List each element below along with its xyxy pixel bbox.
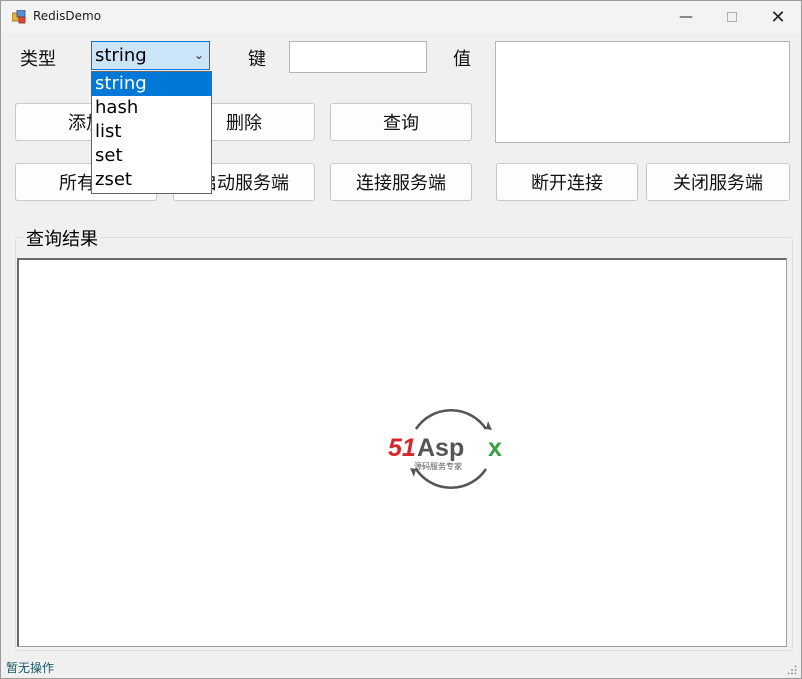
window-title: RedisDemo (33, 9, 102, 23)
svg-text:x: x (488, 434, 502, 462)
main-window: RedisDemo — ✕ 类型 string ⌄ 键 值 添加 删除 查询 所… (0, 0, 802, 679)
svg-text:源码服务专家: 源码服务专家 (414, 461, 462, 471)
close-button[interactable]: ✕ (755, 1, 801, 33)
type-selected-value: string (95, 45, 147, 66)
close-icon: ✕ (770, 6, 786, 28)
query-button[interactable]: 查询 (330, 103, 472, 141)
type-option[interactable]: zset (92, 168, 211, 192)
chevron-down-icon: ⌄ (193, 48, 204, 62)
value-textarea[interactable] (495, 41, 790, 143)
close-server-button[interactable]: 关闭服务端 (646, 163, 790, 201)
brand-logo: 51 Asp x 源码服务专家 (388, 408, 502, 490)
type-combobox[interactable]: string ⌄ (91, 41, 210, 70)
title-bar: RedisDemo — ✕ (1, 1, 801, 33)
type-label: 类型 (20, 49, 56, 70)
status-text: 暂无操作 (6, 661, 55, 675)
app-icon (12, 10, 26, 24)
type-option[interactable]: hash (92, 96, 211, 120)
minimize-icon: — (679, 9, 693, 25)
minimize-button[interactable]: — (663, 1, 709, 33)
type-option[interactable]: set (92, 144, 211, 168)
svg-text:Asp: Asp (417, 434, 464, 462)
type-option[interactable]: string (92, 72, 211, 96)
key-input[interactable] (289, 41, 427, 73)
maximize-button[interactable] (709, 1, 755, 33)
maximize-icon (727, 12, 737, 22)
key-label: 键 (248, 49, 266, 70)
resize-grip-icon[interactable] (787, 665, 797, 675)
type-option[interactable]: list (92, 120, 211, 144)
results-group-title: 查询结果 (23, 225, 101, 251)
connect-server-button[interactable]: 连接服务端 (330, 163, 472, 201)
value-label: 值 (453, 49, 471, 70)
svg-text:51: 51 (388, 434, 416, 462)
disconnect-button[interactable]: 断开连接 (496, 163, 638, 201)
status-bar: 暂无操作 (1, 657, 801, 678)
type-dropdown-list: string hash list set zset (91, 71, 212, 194)
